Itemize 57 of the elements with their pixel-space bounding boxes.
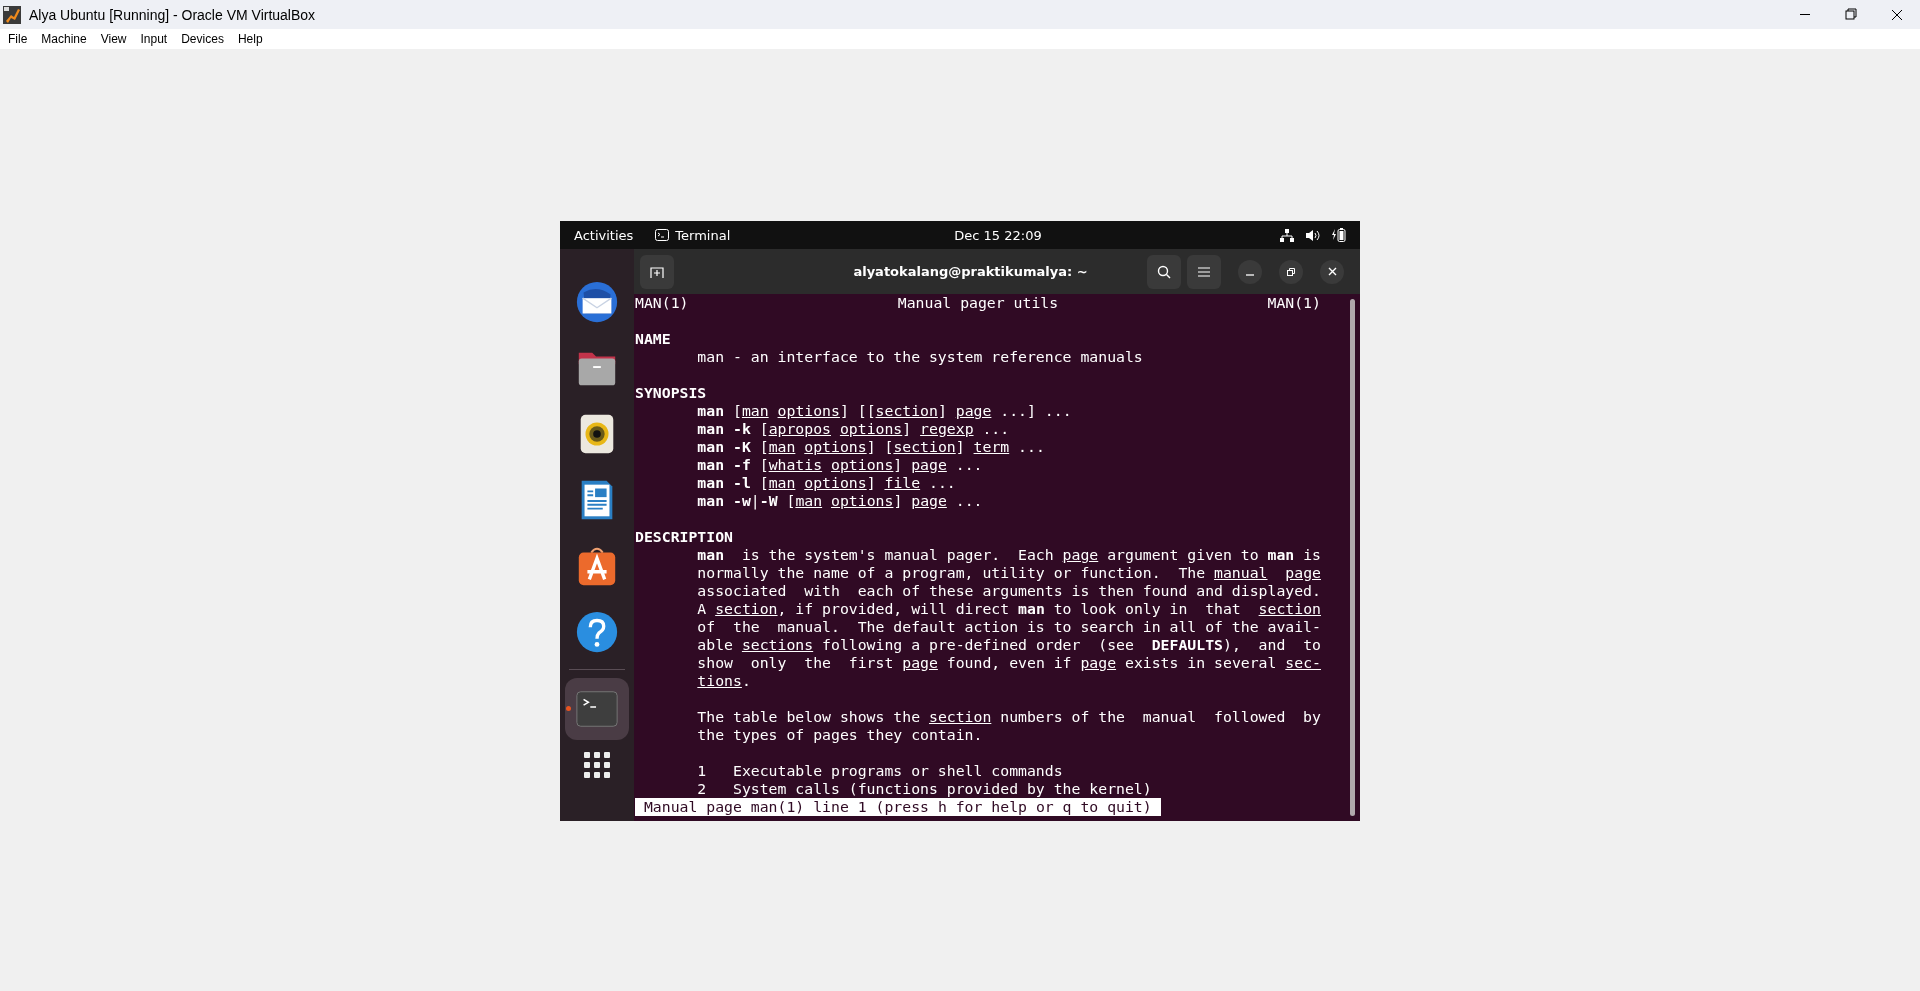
- menu-item[interactable]: File: [1, 32, 35, 46]
- terminal-line: able sections following a pre-defined order (see DEFAULTS), and to: [696, 636, 1321, 654]
- menu-item[interactable]: View: [93, 32, 134, 46]
- page-header-text: MAN(1): [1267, 294, 1321, 312]
- terminal-line: man -k [apropos options] regexp ...: [696, 420, 1010, 438]
- close-icon: [1327, 267, 1337, 276]
- clock[interactable]: Dec 15 22:09: [954, 227, 1042, 243]
- window-title: Alya Ubuntu [Running] - Oracle VM VirtualBox: [29, 6, 316, 23]
- activities-button[interactable]: Activities: [574, 227, 634, 243]
- virtualbox-logo-icon: [3, 5, 21, 24]
- terminal-line: of the manual. The default action is to search in all of the avail-: [696, 618, 1321, 636]
- search-icon: [1157, 264, 1171, 279]
- app-menu-label[interactable]: Terminal: [675, 227, 731, 243]
- new-tab-icon: [650, 264, 664, 279]
- terminal-line: the types of pages they contain.: [696, 726, 983, 744]
- window-title: alyatokalang@praktikumalya: ~: [852, 264, 1089, 279]
- terminal-line: man -f [whatis options] page ...: [696, 456, 983, 474]
- close-button[interactable]: [1320, 259, 1344, 284]
- mail-app-icon: [574, 279, 620, 325]
- terminal-line: tions.: [696, 672, 751, 690]
- minimize-button[interactable]: [1238, 259, 1262, 284]
- terminal-line: A section, if provided, will direct man to look only in that section: [696, 600, 1321, 618]
- scrollbar[interactable]: [1350, 299, 1355, 816]
- section-heading: SYNOPSIS: [635, 384, 707, 402]
- menu-item[interactable]: Help: [230, 32, 270, 46]
- minimize-icon: [1246, 273, 1254, 276]
- terminal-line: show only the first page found, even if page exists in several sec-: [696, 654, 1321, 672]
- terminal-line: man -K [man options] [section] term ...: [696, 438, 1045, 456]
- menu-item[interactable]: Input: [133, 32, 175, 46]
- menu-button[interactable]: [1187, 254, 1221, 289]
- battery-icon[interactable]: [1332, 228, 1346, 242]
- terminal-line: man is the system's manual pager. Each page argument given to man is: [696, 546, 1321, 564]
- menu-icon: [1198, 266, 1210, 277]
- terminal-line: man [man options] [[section] page ...] ...: [696, 402, 1072, 420]
- network-icon[interactable]: [1280, 228, 1294, 242]
- section-heading: DESCRIPTION: [635, 528, 733, 546]
- terminal-line: man - an interface to the system reference manuals: [696, 348, 1143, 366]
- terminal-line: The table below shows the section numbers of the manual followed by: [696, 708, 1321, 726]
- volume-icon[interactable]: [1306, 228, 1320, 242]
- terminal-icon: [655, 229, 670, 241]
- page-header-text: Manual pager utils: [897, 294, 1059, 312]
- section-heading: NAME: [635, 330, 671, 348]
- terminal-line: man -w|-W [man options] page ...: [696, 492, 983, 510]
- help-icon: [574, 609, 620, 655]
- terminal-line: associated with each of these arguments is then found and displayed.: [696, 582, 1321, 600]
- menu-item[interactable]: Devices: [174, 32, 231, 46]
- app-grid-icon[interactable]: [584, 752, 610, 778]
- search-button[interactable]: [1147, 254, 1181, 289]
- terminal-line: 2 System calls (functions provided by the kernel): [696, 780, 1152, 798]
- maximize-button[interactable]: [1279, 259, 1303, 284]
- new-tab-button[interactable]: [640, 254, 674, 289]
- restore-icon: [1287, 267, 1295, 276]
- terminal-line: 1 Executable programs or shell commands: [696, 762, 1063, 780]
- page-header-text: MAN(1): [635, 294, 689, 312]
- terminal-line: normally the name of a program, utility or function. The manual page: [696, 564, 1321, 582]
- menu-item[interactable]: Machine: [34, 32, 94, 46]
- terminal-line: man -l [man options] file ...: [696, 474, 956, 492]
